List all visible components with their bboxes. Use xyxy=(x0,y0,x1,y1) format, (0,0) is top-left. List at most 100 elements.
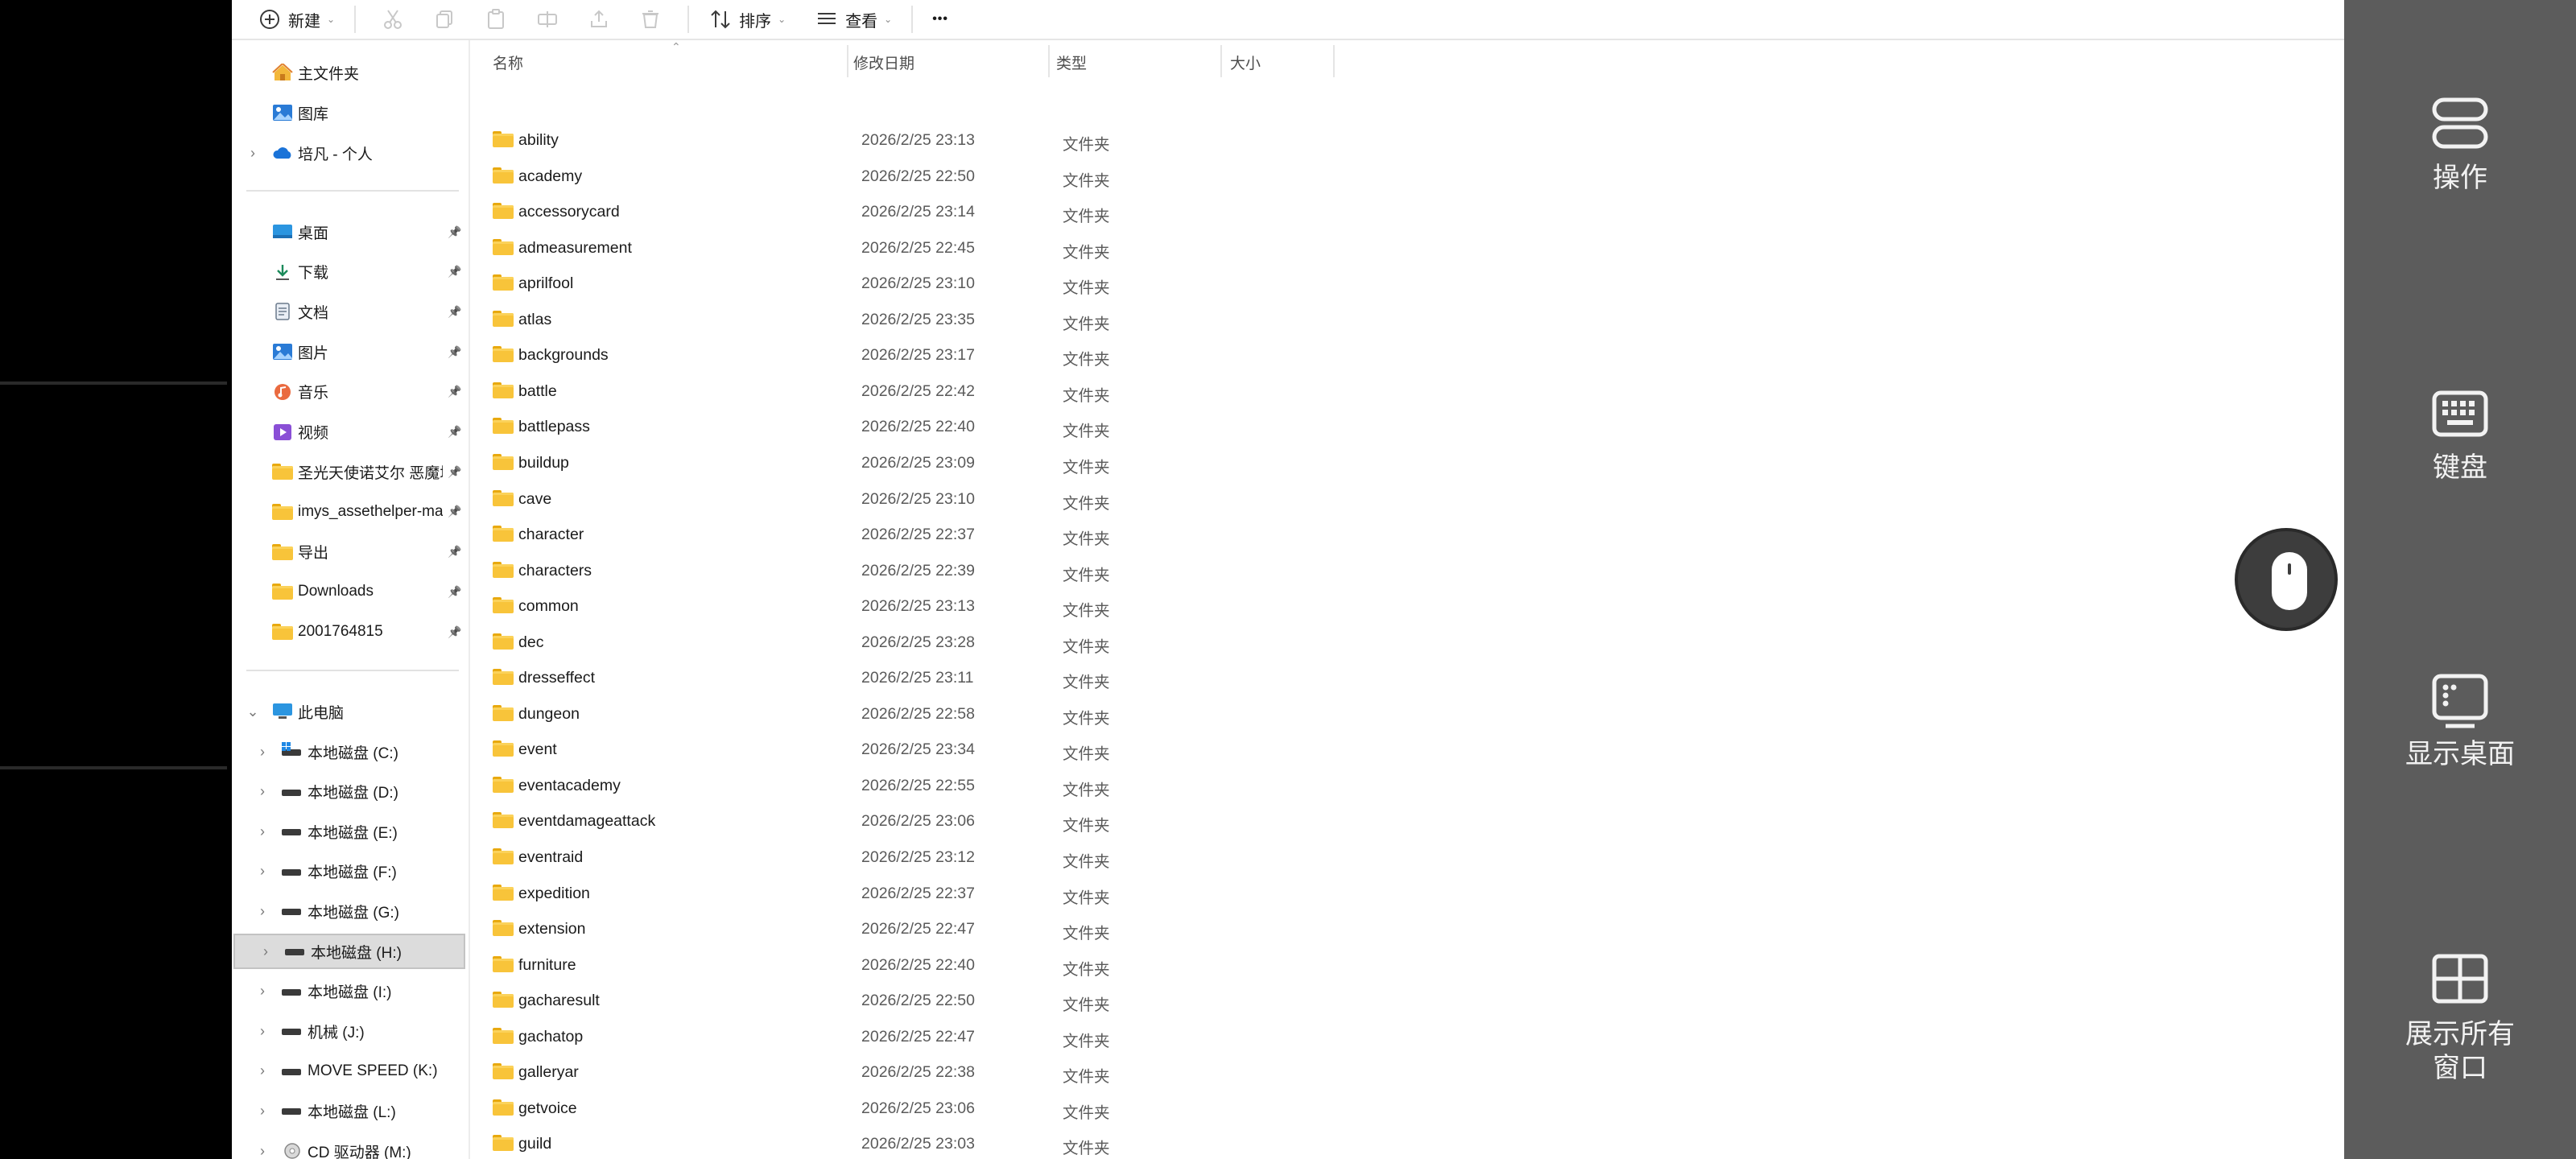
file-row[interactable]: dresseffect 2026/2/25 23:11 文件夹 xyxy=(470,660,2344,695)
nav-item-pinned[interactable]: Downloads 📌 xyxy=(232,574,467,609)
pin-icon[interactable]: 📌 xyxy=(448,425,461,439)
file-row[interactable]: characters 2026/2/25 22:39 文件夹 xyxy=(470,553,2344,588)
keyboard-button[interactable]: 键盘 xyxy=(2344,385,2576,485)
copy-icon[interactable] xyxy=(419,3,470,35)
nav-item-drive[interactable]: › 机械 (J:) xyxy=(232,1013,467,1049)
file-row[interactable]: dec 2026/2/25 23:28 文件夹 xyxy=(470,625,2344,660)
nav-item-drive[interactable]: › 本地磁盘 (C:) xyxy=(232,734,467,769)
file-row[interactable]: admeasurement 2026/2/25 22:45 文件夹 xyxy=(470,230,2344,266)
nav-item-pinned[interactable]: 下载 📌 xyxy=(232,254,467,290)
nav-item-pinned[interactable]: imys_assethelper-main 📌 xyxy=(232,494,467,530)
nav-item-pinned[interactable]: 桌面 📌 xyxy=(232,214,467,250)
pin-icon[interactable]: 📌 xyxy=(448,265,461,278)
file-row[interactable]: gacharesult 2026/2/25 22:50 文件夹 xyxy=(470,983,2344,1018)
nav-item-drive[interactable]: › 本地磁盘 (E:) xyxy=(232,814,467,849)
file-row[interactable]: gachatop 2026/2/25 22:47 文件夹 xyxy=(470,1019,2344,1054)
nav-item-pinned[interactable]: 音乐 📌 xyxy=(232,374,467,410)
nav-item-home[interactable]: 主文件夹 xyxy=(232,55,467,90)
file-row[interactable]: eventraid 2026/2/25 23:12 文件夹 xyxy=(470,839,2344,875)
chevron-right-icon[interactable]: › xyxy=(254,1103,270,1120)
paste-icon[interactable] xyxy=(470,3,522,35)
file-row[interactable]: guild 2026/2/25 23:03 文件夹 xyxy=(470,1126,2344,1159)
chevron-right-icon[interactable]: › xyxy=(258,943,274,960)
chevron-right-icon[interactable]: › xyxy=(254,744,270,761)
file-row[interactable]: aprilfool 2026/2/25 23:10 文件夹 xyxy=(470,266,2344,301)
column-separator[interactable] xyxy=(1220,45,1222,77)
file-row[interactable]: expedition 2026/2/25 22:37 文件夹 xyxy=(470,876,2344,911)
nav-item-pinned[interactable]: 文档 📌 xyxy=(232,294,467,329)
chevron-right-icon[interactable]: › xyxy=(245,145,261,162)
file-row[interactable]: common 2026/2/25 23:13 文件夹 xyxy=(470,588,2344,624)
new-button[interactable]: 新建 ⌄ xyxy=(250,3,343,35)
file-row[interactable]: eventdamageattack 2026/2/25 23:06 文件夹 xyxy=(470,803,2344,839)
chevron-right-icon[interactable]: › xyxy=(254,823,270,840)
nav-item-drive[interactable]: › CD 驱动器 (M:) xyxy=(232,1133,467,1159)
sort-button[interactable]: 排序 ⌄ xyxy=(700,3,794,35)
file-row[interactable]: eventacademy 2026/2/25 22:55 文件夹 xyxy=(470,768,2344,803)
file-row[interactable]: event 2026/2/25 23:34 文件夹 xyxy=(470,732,2344,767)
pin-icon[interactable]: 📌 xyxy=(448,385,461,398)
file-row[interactable]: cave 2026/2/25 23:10 文件夹 xyxy=(470,481,2344,517)
pin-icon[interactable]: 📌 xyxy=(448,545,461,559)
nav-item-drive[interactable]: › 本地磁盘 (G:) xyxy=(232,893,467,929)
show-all-windows-button[interactable]: 展示所有 窗口 xyxy=(2344,951,2576,1085)
nav-item-pinned[interactable]: 视频 📌 xyxy=(232,415,467,450)
column-type[interactable]: 类型 xyxy=(1056,52,1087,73)
file-row[interactable]: battlepass 2026/2/25 22:40 文件夹 xyxy=(470,409,2344,444)
chevron-right-icon[interactable]: › xyxy=(254,1023,270,1040)
file-row[interactable]: battle 2026/2/25 22:42 文件夹 xyxy=(470,373,2344,409)
nav-item-drive[interactable]: › 本地磁盘 (L:) xyxy=(232,1093,467,1128)
nav-item-pinned[interactable]: 导出 📌 xyxy=(232,534,467,570)
nav-item-drive[interactable]: › 本地磁盘 (I:) xyxy=(232,974,467,1009)
nav-item-gallery[interactable]: 图库 xyxy=(232,95,467,130)
pin-icon[interactable]: 📌 xyxy=(448,465,461,479)
chevron-down-icon[interactable]: ⌄ xyxy=(245,703,261,720)
column-separator[interactable] xyxy=(847,45,848,77)
file-row[interactable]: furniture 2026/2/25 22:40 文件夹 xyxy=(470,947,2344,983)
file-row[interactable]: character 2026/2/25 22:37 文件夹 xyxy=(470,517,2344,552)
chevron-right-icon[interactable]: › xyxy=(254,903,270,920)
show-desktop-button[interactable]: 显示桌面 xyxy=(2344,671,2576,771)
column-separator[interactable] xyxy=(1333,45,1335,77)
chevron-right-icon[interactable]: › xyxy=(254,1143,270,1159)
pin-icon[interactable]: 📌 xyxy=(448,345,461,359)
chevron-right-icon[interactable]: › xyxy=(254,863,270,880)
file-row[interactable]: dungeon 2026/2/25 22:58 文件夹 xyxy=(470,696,2344,732)
delete-icon[interactable] xyxy=(625,3,676,35)
pin-icon[interactable]: 📌 xyxy=(448,225,461,239)
file-row[interactable]: buildup 2026/2/25 23:09 文件夹 xyxy=(470,445,2344,481)
nav-item-drive[interactable]: › MOVE SPEED (K:) xyxy=(232,1054,467,1089)
cut-icon[interactable] xyxy=(367,3,419,35)
pin-icon[interactable]: 📌 xyxy=(448,585,461,599)
column-name[interactable]: 名称 xyxy=(493,52,523,73)
column-separator[interactable] xyxy=(1048,45,1050,77)
file-row[interactable]: galleryar 2026/2/25 22:38 文件夹 xyxy=(470,1054,2344,1090)
nav-item-drive[interactable]: › 本地磁盘 (F:) xyxy=(232,854,467,889)
file-row[interactable]: backgrounds 2026/2/25 23:17 文件夹 xyxy=(470,337,2344,373)
nav-item-pinned[interactable]: 圣光天使诺艾尔 恶魔城 📌 xyxy=(232,454,467,489)
rename-icon[interactable] xyxy=(522,3,573,35)
file-row[interactable]: getvoice 2026/2/25 23:06 文件夹 xyxy=(470,1091,2344,1126)
chevron-right-icon[interactable]: › xyxy=(254,783,270,800)
nav-item-pinned[interactable]: 2001764815 📌 xyxy=(232,614,467,650)
pin-icon[interactable]: 📌 xyxy=(448,625,461,639)
nav-item-drive[interactable]: › 本地磁盘 (D:) xyxy=(232,774,467,810)
more-options-button[interactable]: ••• xyxy=(924,3,956,35)
file-row[interactable]: atlas 2026/2/25 23:35 文件夹 xyxy=(470,302,2344,337)
share-icon[interactable] xyxy=(573,3,625,35)
column-size[interactable]: 大小 xyxy=(1230,52,1261,73)
pin-icon[interactable]: 📌 xyxy=(448,505,461,518)
file-row[interactable]: extension 2026/2/25 22:47 文件夹 xyxy=(470,911,2344,947)
chevron-right-icon[interactable]: › xyxy=(254,1062,270,1079)
file-row[interactable]: academy 2026/2/25 22:50 文件夹 xyxy=(470,159,2344,194)
nav-item-drive[interactable]: › 本地磁盘 (H:) xyxy=(233,934,465,969)
nav-item-pinned[interactable]: 图片 📌 xyxy=(232,334,467,369)
column-date[interactable]: 修改日期 xyxy=(853,52,914,73)
pin-icon[interactable]: 📌 xyxy=(448,305,461,319)
chevron-right-icon[interactable]: › xyxy=(254,983,270,1000)
file-row[interactable]: ability 2026/2/25 23:13 文件夹 xyxy=(470,122,2344,158)
nav-item-onedrive[interactable]: › 培凡 - 个人 xyxy=(232,135,467,171)
file-row[interactable]: accessorycard 2026/2/25 23:14 文件夹 xyxy=(470,194,2344,229)
nav-item-this-pc[interactable]: ⌄ 此电脑 xyxy=(232,694,467,729)
view-button[interactable]: 查看 ⌄ xyxy=(807,3,900,35)
